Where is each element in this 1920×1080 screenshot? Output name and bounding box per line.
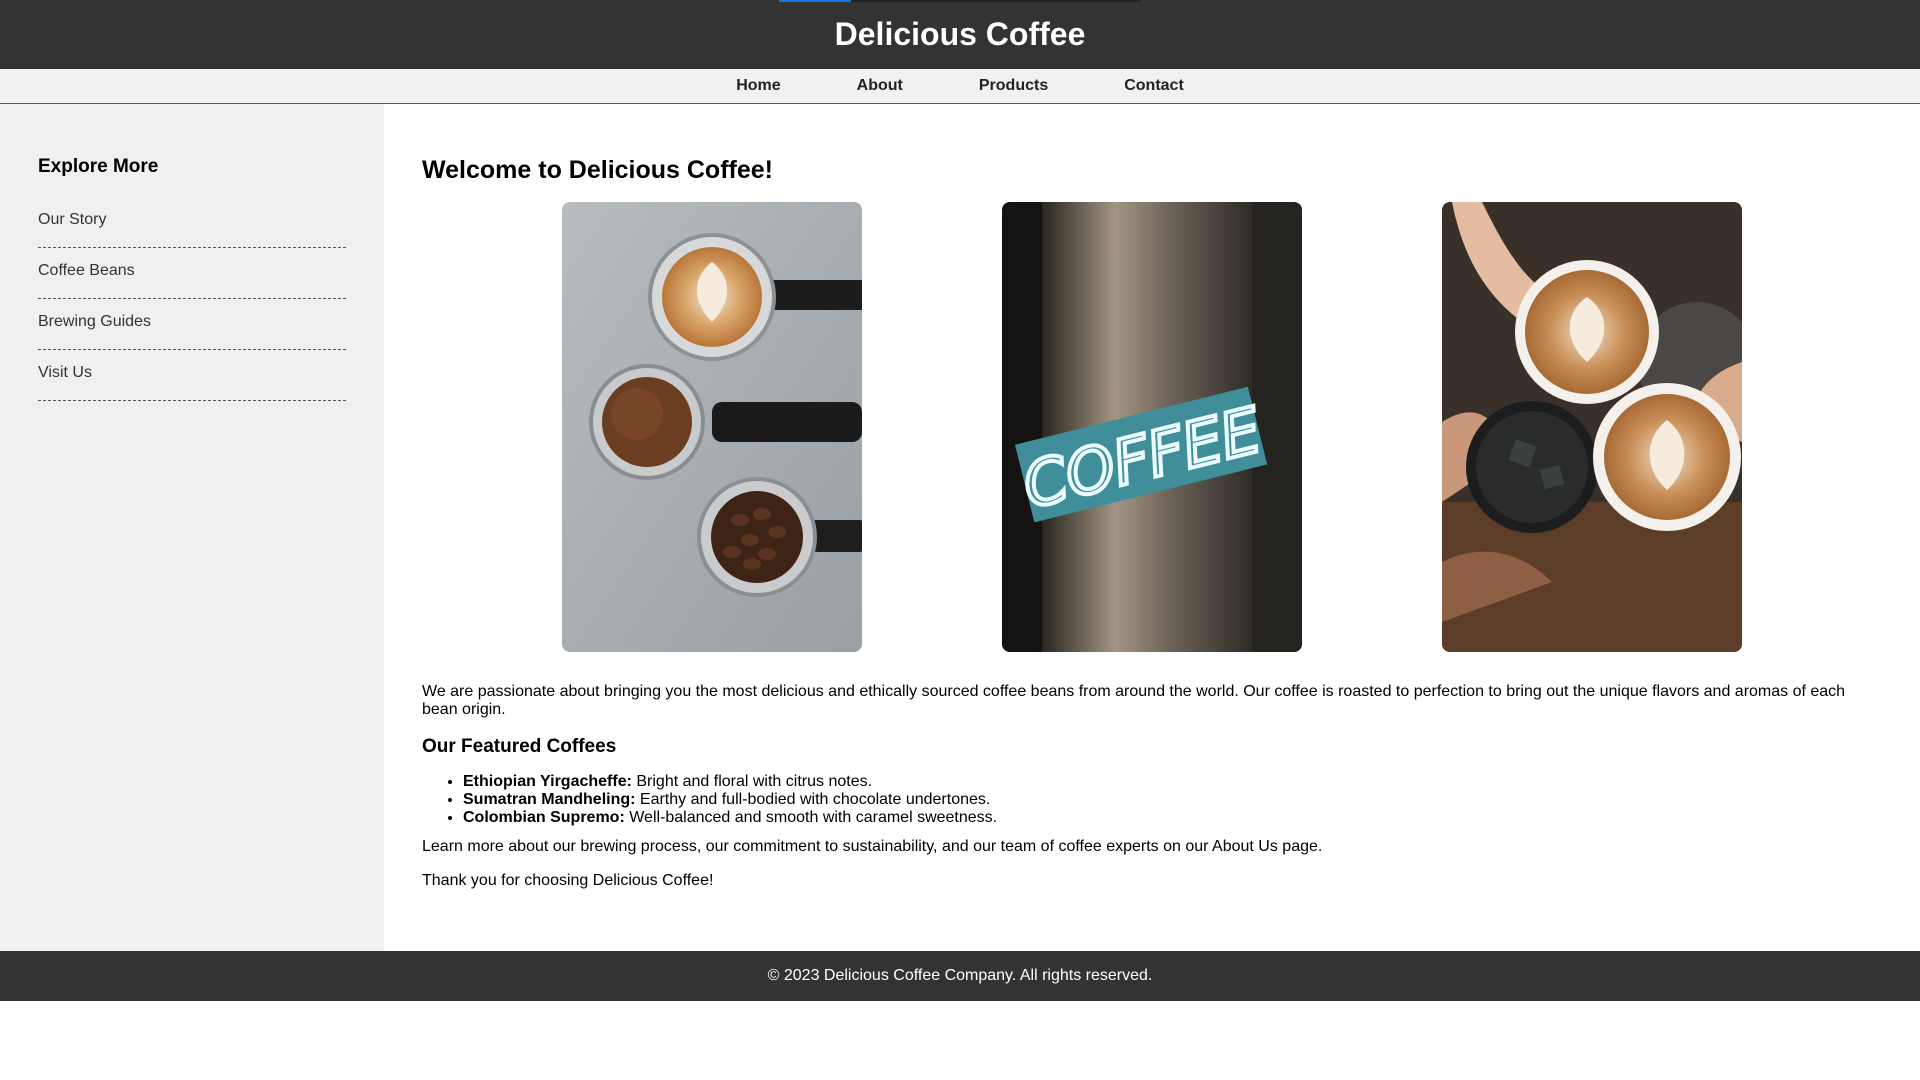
learn-more-paragraph: Learn more about our brewing process, ou… [422, 838, 1323, 855]
sidebar-item-our-story[interactable]: Our Story [38, 197, 346, 248]
copyright-text: © 2023 Delicious Coffee Company. All rig… [767, 967, 1153, 984]
main-content: Welcome to Delicious Coffee! COFFEE We a… [384, 104, 1920, 951]
coffee-description: Earthy and full-bodied with chocolate un… [635, 791, 991, 808]
photo-portafilters [562, 202, 862, 652]
nav-about-link[interactable]: About [819, 69, 941, 103]
intro-paragraph: We are passionate about bringing you the… [422, 683, 1846, 718]
coffee-description: Well-balanced and smooth with caramel sw… [624, 809, 998, 826]
sidebar-item-coffee-beans[interactable]: Coffee Beans [38, 248, 346, 299]
photo-neon-sign: COFFEE [1002, 202, 1302, 652]
coffee-name: Colombian Supremo: [463, 809, 625, 826]
photo-gallery: COFFEE [422, 202, 1882, 652]
coffee-cheers-image [1442, 202, 1742, 652]
neon-sign-image: COFFEE [1002, 202, 1302, 652]
list-item: Sumatran Mandheling: Earthy and full-bod… [463, 791, 997, 809]
photo-coffee-cheers [1442, 202, 1742, 652]
site-title: Delicious Coffee [834, 16, 1086, 52]
nav-contact-link[interactable]: Contact [1086, 69, 1222, 103]
list-item: Colombian Supremo: Well-balanced and smo… [463, 809, 997, 827]
sidebar-item-brewing-guides[interactable]: Brewing Guides [38, 299, 346, 350]
portafilters-image [562, 202, 862, 652]
sidebar-item-visit-us[interactable]: Visit Us [38, 350, 346, 401]
page-title: Welcome to Delicious Coffee! [422, 156, 773, 184]
thanks-paragraph: Thank you for choosing Delicious Coffee! [422, 872, 714, 889]
site-header: Delicious Coffee [0, 0, 1920, 69]
nav-home-link[interactable]: Home [698, 69, 818, 103]
coffee-name: Ethiopian Yirgacheffe: [463, 773, 632, 790]
nav-products-link[interactable]: Products [941, 69, 1086, 103]
browser-tab-active-indicator [779, 0, 851, 2]
site-footer: © 2023 Delicious Coffee Company. All rig… [0, 951, 1920, 1001]
list-item: Ethiopian Yirgacheffe: Bright and floral… [463, 773, 997, 791]
sidebar-heading: Explore More [38, 156, 159, 177]
featured-heading: Our Featured Coffees [422, 736, 617, 757]
coffee-name: Sumatran Mandheling: [463, 791, 636, 808]
coffee-description: Bright and floral with citrus notes. [631, 773, 873, 790]
main-nav: Home About Products Contact [0, 69, 1920, 104]
sidebar-menu: Our Story Coffee Beans Brewing Guides Vi… [38, 197, 346, 401]
featured-coffee-list: Ethiopian Yirgacheffe: Bright and floral… [463, 773, 997, 827]
sidebar: Explore More Our Story Coffee Beans Brew… [0, 104, 384, 951]
